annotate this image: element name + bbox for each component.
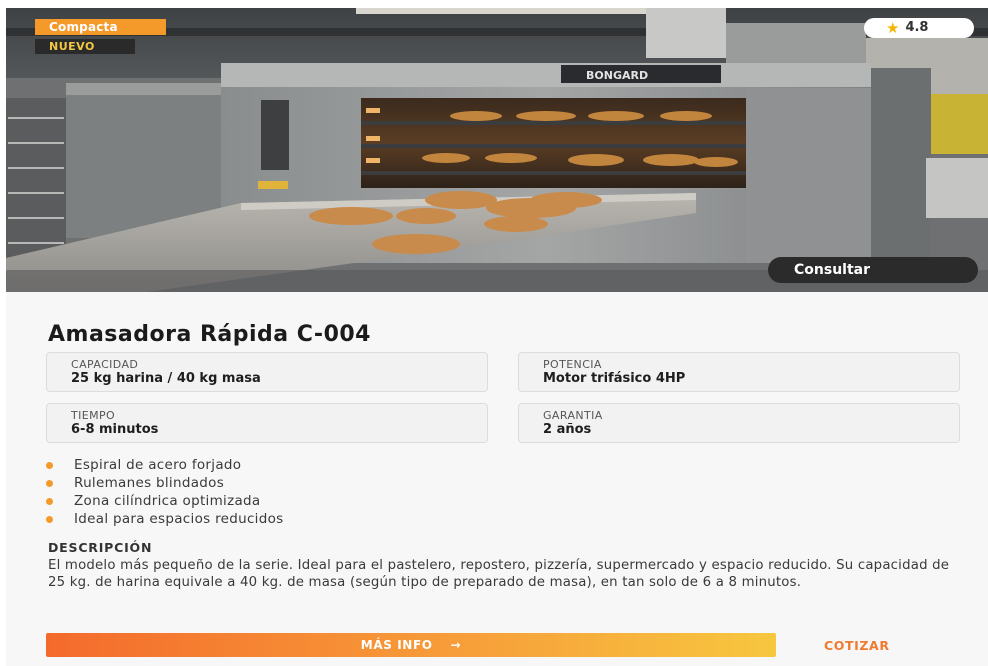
description-text: El modelo más pequeño de la serie. Ideal…	[48, 558, 950, 590]
new-badge: NUEVO	[35, 39, 135, 54]
spec-value: 6-8 minutos	[71, 422, 159, 437]
feature-text: Zona cilíndrica optimizada	[74, 493, 261, 509]
bakery-oven-photo: BONGARD	[6, 8, 988, 292]
product-image: BONGARD Compacta NUEVO ★ 4.8 Consultar	[6, 8, 988, 292]
feature-text: Rulemanes blindados	[74, 475, 225, 491]
category-badge: Compacta	[35, 19, 166, 35]
dot-icon	[46, 480, 53, 487]
more-info-button[interactable]: MÁS INFO →	[46, 633, 776, 657]
arrow-right-icon: →	[450, 638, 462, 652]
oven-brand-label: BONGARD	[586, 69, 648, 82]
spec-label: POTENCIA	[543, 358, 602, 371]
rating-badge: ★ 4.8	[864, 18, 974, 38]
product-title: Amasadora Rápida C-004	[48, 322, 371, 347]
dot-icon	[46, 516, 53, 523]
more-info-label: MÁS INFO	[360, 638, 433, 652]
list-item: Espiral de acero forjado	[46, 456, 284, 474]
feature-text: Espiral de acero forjado	[74, 457, 242, 473]
dot-icon	[46, 498, 53, 505]
consult-button[interactable]: Consultar	[768, 257, 978, 283]
spec-value: 2 años	[543, 422, 592, 437]
feature-text: Ideal para espacios reducidos	[74, 511, 284, 527]
feature-list: Espiral de acero forjado Rulemanes blind…	[46, 456, 284, 528]
spec-capacity: CAPACIDAD 25 kg harina / 40 kg masa	[46, 352, 488, 392]
spec-value: Motor trifásico 4HP	[543, 371, 686, 386]
rating-value: 4.8	[905, 20, 929, 35]
star-icon: ★	[886, 19, 900, 37]
spec-label: GARANTIA	[543, 409, 603, 422]
spec-value: 25 kg harina / 40 kg masa	[71, 371, 261, 386]
spec-power: POTENCIA Motor trifásico 4HP	[518, 352, 960, 392]
dot-icon	[46, 462, 53, 469]
product-card: BONGARD Compacta NUEVO ★ 4.8 Consultar A…	[6, 8, 988, 666]
quote-button[interactable]: COTIZAR	[824, 633, 934, 657]
spec-label: CAPACIDAD	[71, 358, 139, 371]
spec-warranty: GARANTIA 2 años	[518, 403, 960, 443]
spec-label: TIEMPO	[71, 409, 116, 422]
list-item: Zona cilíndrica optimizada	[46, 492, 284, 510]
spec-time: TIEMPO 6-8 minutos	[46, 403, 488, 443]
description-heading: DESCRIPCIÓN	[48, 540, 153, 555]
list-item: Ideal para espacios reducidos	[46, 510, 284, 528]
list-item: Rulemanes blindados	[46, 474, 284, 492]
